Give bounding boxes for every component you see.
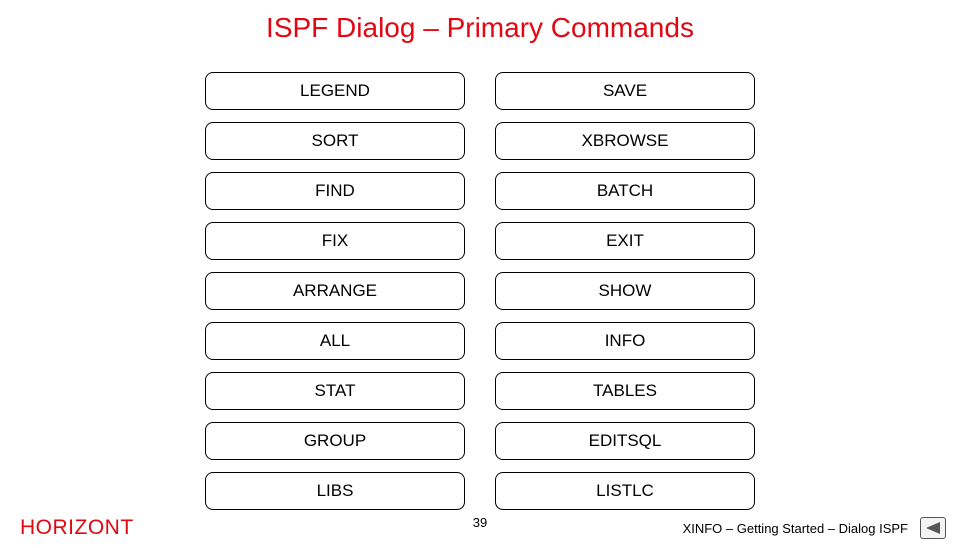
cmd-info[interactable]: INFO — [495, 322, 755, 360]
slide-title: ISPF Dialog – Primary Commands — [0, 0, 960, 52]
cmd-libs[interactable]: LIBS — [205, 472, 465, 510]
page-number: 39 — [473, 515, 487, 530]
cmd-label: ARRANGE — [293, 281, 377, 301]
cmd-fix[interactable]: FIX — [205, 222, 465, 260]
cmd-tables[interactable]: TABLES — [495, 372, 755, 410]
slide: ISPF Dialog – Primary Commands LEGEND SA… — [0, 0, 960, 540]
back-button[interactable] — [920, 517, 946, 539]
cmd-editsql[interactable]: EDITSQL — [495, 422, 755, 460]
cmd-label: EDITSQL — [589, 431, 662, 451]
cmd-show[interactable]: SHOW — [495, 272, 755, 310]
cmd-label: SORT — [312, 131, 359, 151]
cmd-sort[interactable]: SORT — [205, 122, 465, 160]
cmd-group[interactable]: GROUP — [205, 422, 465, 460]
content-area: LEGEND SAVE SORT XBROWSE FIND BATCH FIX … — [0, 72, 960, 510]
cmd-legend[interactable]: LEGEND — [205, 72, 465, 110]
footer-right: XINFO – Getting Started – Dialog ISPF — [683, 517, 946, 539]
cmd-all[interactable]: ALL — [205, 322, 465, 360]
cmd-batch[interactable]: BATCH — [495, 172, 755, 210]
cmd-label: TABLES — [593, 381, 657, 401]
arrow-left-icon — [926, 522, 940, 534]
cmd-arrange[interactable]: ARRANGE — [205, 272, 465, 310]
cmd-listlc[interactable]: LISTLC — [495, 472, 755, 510]
cmd-label: XBROWSE — [582, 131, 669, 151]
cmd-exit[interactable]: EXIT — [495, 222, 755, 260]
cmd-label: INFO — [605, 331, 646, 351]
cmd-find[interactable]: FIND — [205, 172, 465, 210]
cmd-label: SAVE — [603, 81, 647, 101]
cmd-save[interactable]: SAVE — [495, 72, 755, 110]
cmd-label: GROUP — [304, 431, 366, 451]
cmd-label: BATCH — [597, 181, 653, 201]
cmd-xbrowse[interactable]: XBROWSE — [495, 122, 755, 160]
cmd-label: LISTLC — [596, 481, 654, 501]
cmd-label: EXIT — [606, 231, 644, 251]
brand-label: HORIZONT — [20, 516, 134, 540]
cmd-label: LIBS — [317, 481, 354, 501]
cmd-label: FIND — [315, 181, 355, 201]
cmd-label: LEGEND — [300, 81, 370, 101]
cmd-stat[interactable]: STAT — [205, 372, 465, 410]
doc-title: XINFO – Getting Started – Dialog ISPF — [683, 521, 908, 536]
command-grid: LEGEND SAVE SORT XBROWSE FIND BATCH FIX … — [205, 72, 755, 510]
cmd-label: SHOW — [599, 281, 652, 301]
cmd-label: STAT — [315, 381, 356, 401]
cmd-label: FIX — [322, 231, 348, 251]
cmd-label: ALL — [320, 331, 350, 351]
